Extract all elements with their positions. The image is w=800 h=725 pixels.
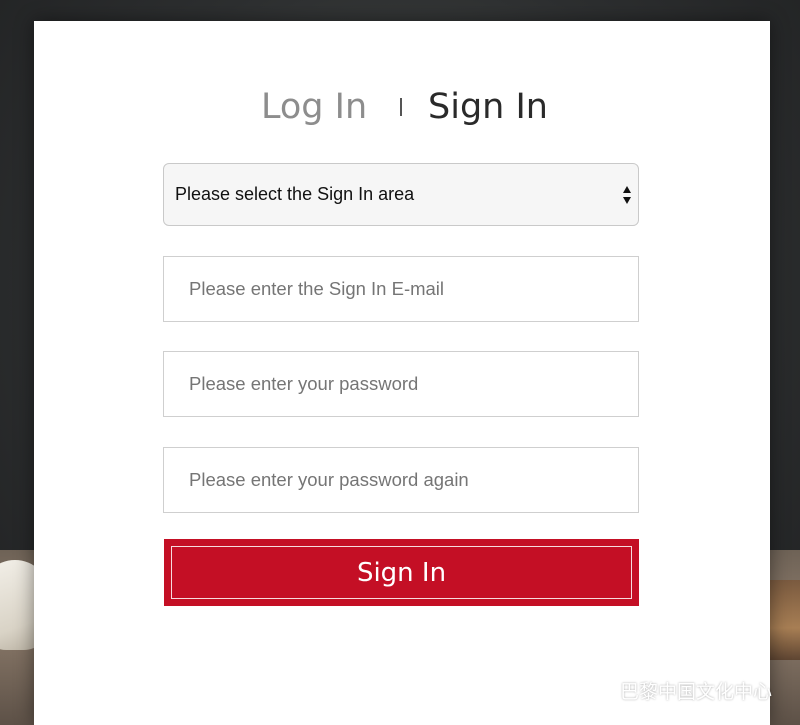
signin-button[interactable]: Sign In: [164, 539, 639, 606]
password-confirm-field[interactable]: [187, 468, 638, 492]
password-field[interactable]: [187, 372, 638, 396]
tab-separator: [400, 98, 402, 116]
signin-area-select[interactable]: Please select the Sign In area: [163, 163, 639, 226]
signin-button-label: Sign In: [356, 557, 447, 588]
password-field-wrapper: [163, 351, 639, 417]
watermark-text: 巴黎中国文化中心: [619, 681, 772, 703]
email-field[interactable]: [187, 277, 638, 301]
wechat-icon: [584, 680, 613, 701]
tab-login[interactable]: Log In: [261, 85, 367, 129]
watermark: 巴黎中国文化中心: [584, 677, 772, 704]
email-field-wrapper: [163, 256, 639, 322]
signin-panel: Log In Sign In Please select the Sign In…: [34, 21, 770, 725]
signin-area-select-value: Please select the Sign In area: [175, 184, 415, 204]
select-arrows-icon: [623, 186, 631, 204]
background-object: [770, 580, 800, 660]
password-confirm-field-wrapper: [163, 447, 639, 513]
auth-tabs: Log In Sign In: [34, 85, 770, 129]
tab-signin[interactable]: Sign In: [428, 85, 548, 129]
